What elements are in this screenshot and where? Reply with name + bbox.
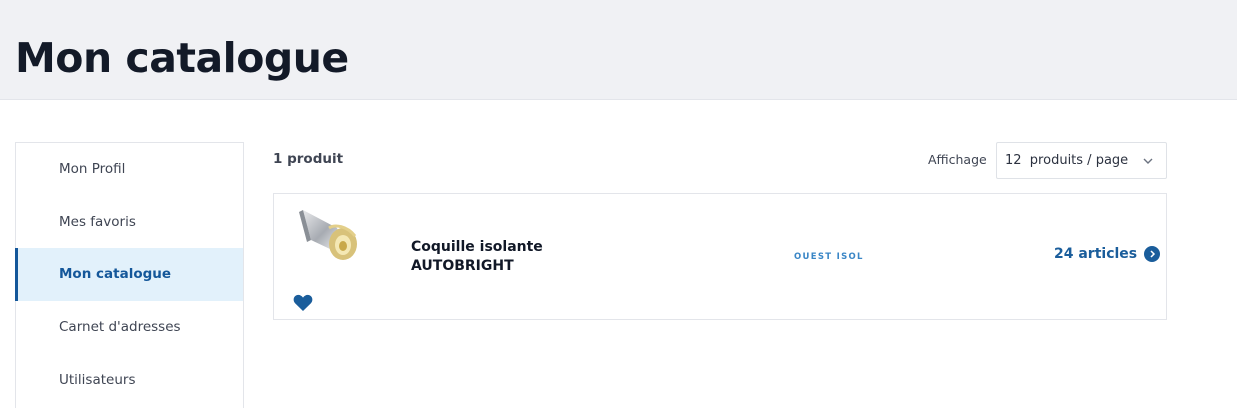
sidebar-item-favorites[interactable]: Mes favoris xyxy=(16,196,243,249)
chevron-down-icon xyxy=(1143,158,1153,164)
product-name[interactable]: Coquille isolante AUTOBRIGHT xyxy=(411,238,543,276)
product-card[interactable]: Coquille isolante AUTOBRIGHT OUEST ISOL … xyxy=(273,193,1167,320)
display-label: Affichage xyxy=(928,152,987,167)
product-brand: OUEST ISOL xyxy=(794,252,864,262)
sidebar-item-label: Mon Profil xyxy=(59,161,126,178)
per-page-value: 12 produits / page xyxy=(1005,153,1129,168)
articles-count: 24 articles xyxy=(1054,246,1138,262)
page-header: Mon catalogue xyxy=(0,0,1237,100)
product-image[interactable] xyxy=(299,206,361,268)
heart-icon[interactable] xyxy=(293,294,313,312)
articles-link[interactable]: 24 articles xyxy=(1054,246,1161,262)
product-name-line1: Coquille isolante xyxy=(411,239,543,255)
sidebar-item-profile[interactable]: Mon Profil xyxy=(16,143,243,196)
sidebar-item-label: Mon catalogue xyxy=(59,266,172,283)
page-title: Mon catalogue xyxy=(15,34,349,82)
product-name-line2: AUTOBRIGHT xyxy=(411,258,514,274)
sidebar-item-label: Carnet d'adresses xyxy=(59,319,181,336)
sidebar-item-label: Mes favoris xyxy=(59,213,136,230)
per-page-select[interactable]: 12 produits / page xyxy=(996,142,1167,179)
sidebar-item-label: Utilisateurs xyxy=(59,371,136,388)
arrow-circle-icon xyxy=(1144,246,1161,262)
product-count: 1 produit xyxy=(273,151,344,167)
sidebar-item-users[interactable]: Utilisateurs xyxy=(16,353,243,406)
sidebar-item-catalogue[interactable]: Mon catalogue xyxy=(15,248,243,301)
sidebar-item-addresses[interactable]: Carnet d'adresses xyxy=(16,301,243,354)
account-sidebar: Mon Profil Mes favoris Mon catalogue Car… xyxy=(15,142,244,408)
